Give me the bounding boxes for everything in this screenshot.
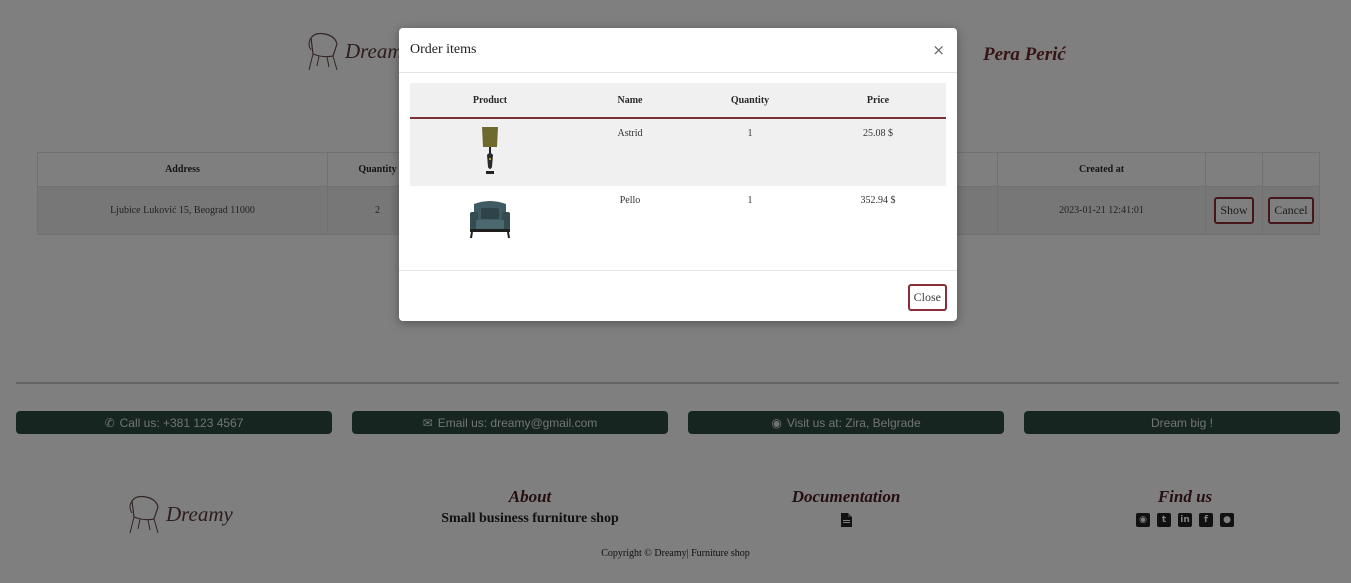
column-header-name: Name <box>570 83 690 119</box>
close-icon[interactable]: × <box>932 41 945 59</box>
table-row: Astrid 1 25.08 $ <box>410 118 946 186</box>
close-button[interactable]: Close <box>907 284 947 311</box>
table-row: Pello 1 352.94 $ <box>410 186 946 276</box>
page: Dreamy Pera Perić Address Quantity Creat… <box>0 0 1351 583</box>
order-items-modal: Order items × Product Name Quantity Pric… <box>399 28 957 321</box>
modal-header: Order items × <box>399 28 957 73</box>
product-cell <box>410 118 570 186</box>
column-header-price: Price <box>810 83 946 119</box>
items-header-row: Product Name Quantity Price <box>410 83 946 119</box>
column-header-product: Product <box>410 83 570 119</box>
column-header-quantity: Quantity <box>690 83 810 119</box>
armchair-image <box>470 201 510 239</box>
item-price: 25.08 $ <box>810 118 946 186</box>
modal-footer: Close <box>399 270 957 322</box>
item-price: 352.94 $ <box>810 186 946 276</box>
item-quantity: 1 <box>690 186 810 276</box>
modal-title: Order items <box>410 42 477 57</box>
product-cell <box>410 186 570 276</box>
order-items-table: Product Name Quantity Price Astrid 1 25.… <box>410 83 946 276</box>
item-name: Astrid <box>570 118 690 186</box>
lamp-image <box>482 127 498 174</box>
item-name: Pello <box>570 186 690 276</box>
item-quantity: 1 <box>690 118 810 186</box>
